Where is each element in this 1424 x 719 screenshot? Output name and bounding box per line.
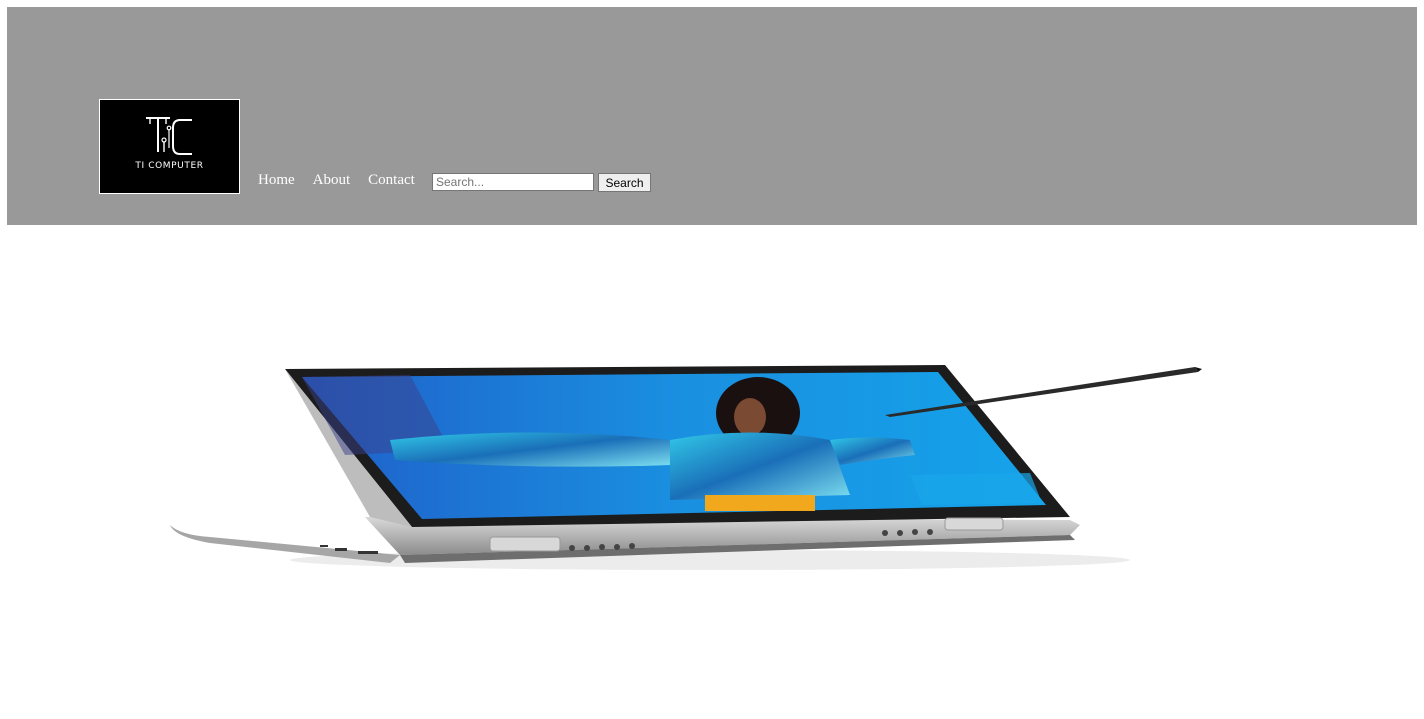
- logo-text: TI COMPUTER: [135, 161, 204, 171]
- hero-laptop-image: [150, 355, 1210, 595]
- logo-monogram-icon: [146, 117, 192, 155]
- logo[interactable]: TI COMPUTER: [99, 99, 240, 194]
- search-button[interactable]: Search: [598, 173, 651, 192]
- search-input[interactable]: [432, 173, 594, 191]
- nav-contact-link[interactable]: Contact: [368, 172, 415, 189]
- main-nav: Home About Contact: [258, 172, 433, 189]
- nav-home-link[interactable]: Home: [258, 172, 295, 189]
- site-header: TI COMPUTER Home About Contact Search: [7, 7, 1417, 225]
- nav-about-link[interactable]: About: [313, 172, 351, 189]
